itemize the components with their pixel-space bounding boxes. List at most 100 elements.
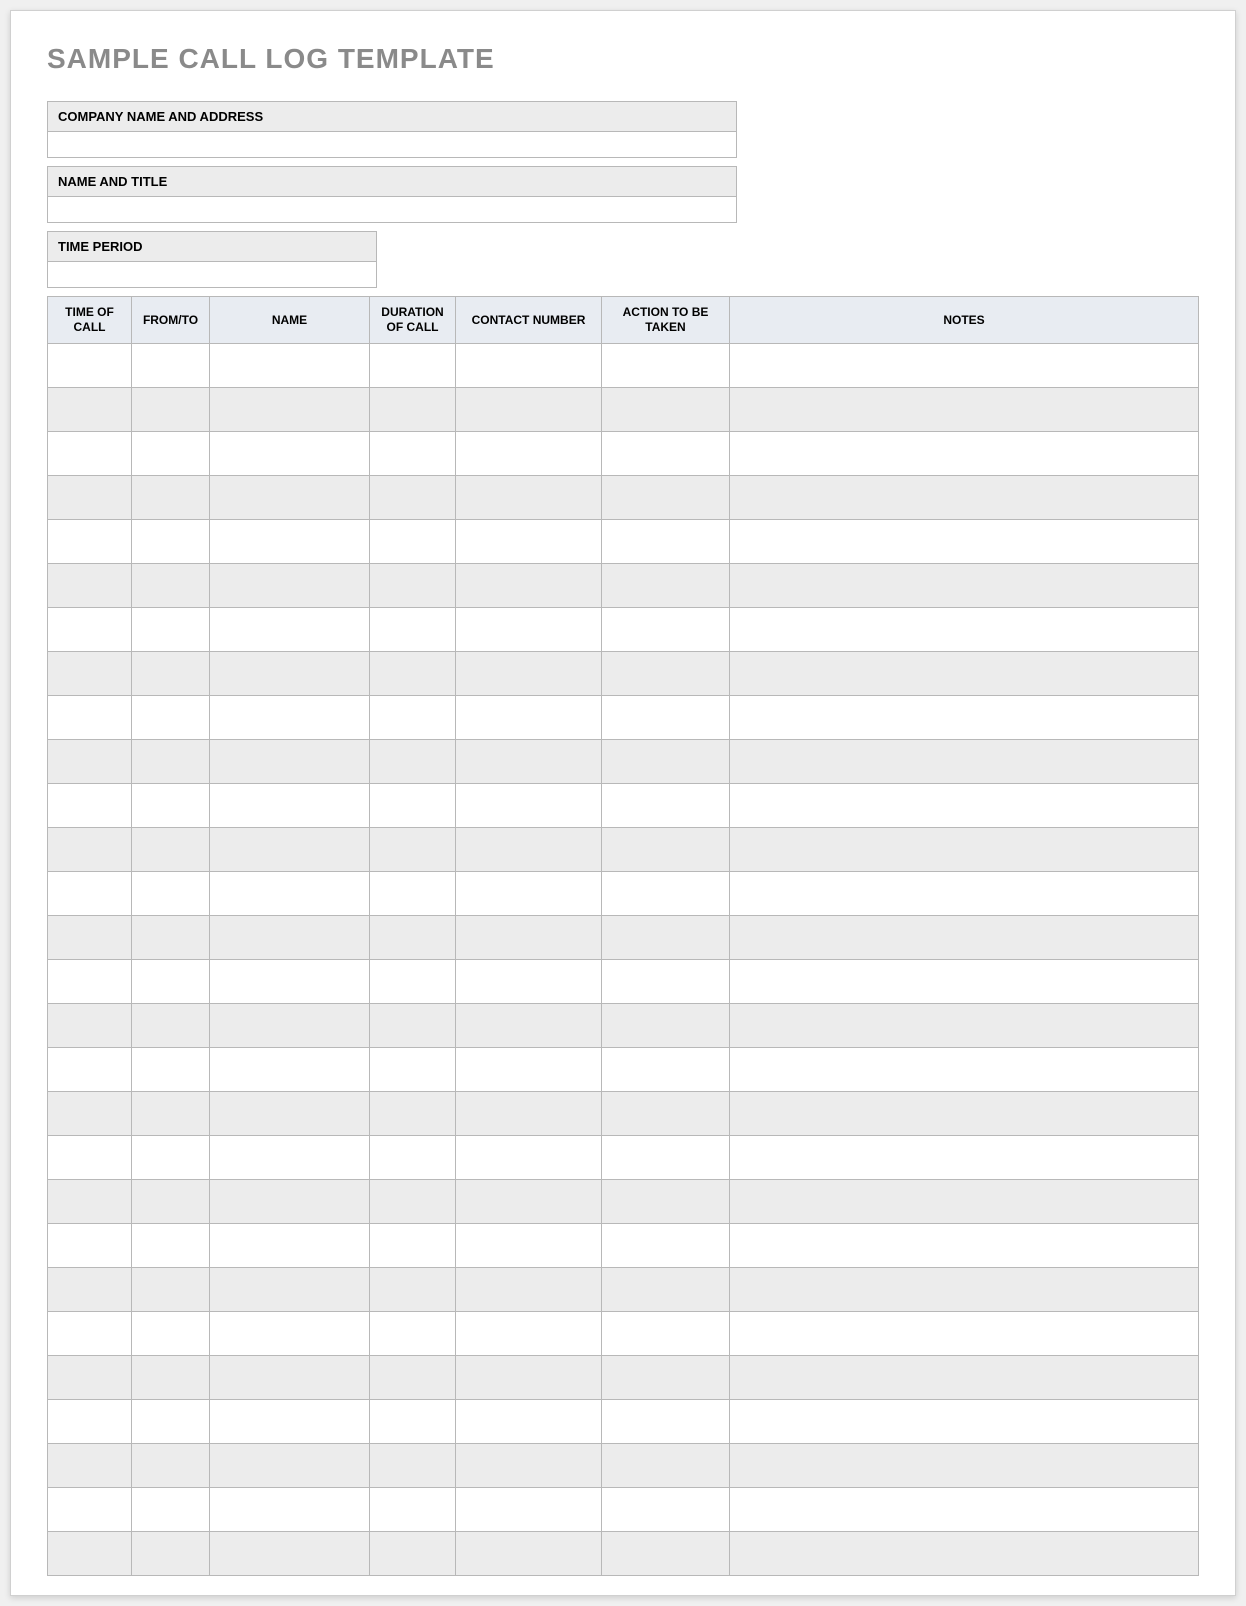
table-cell[interactable] [456, 608, 602, 652]
table-cell[interactable] [602, 476, 730, 520]
table-cell[interactable] [456, 1356, 602, 1400]
table-cell[interactable] [210, 564, 370, 608]
table-cell[interactable] [132, 696, 210, 740]
table-cell[interactable] [132, 432, 210, 476]
table-cell[interactable] [602, 872, 730, 916]
table-cell[interactable] [730, 1444, 1199, 1488]
table-cell[interactable] [48, 696, 132, 740]
table-cell[interactable] [730, 872, 1199, 916]
table-cell[interactable] [132, 388, 210, 432]
table-cell[interactable] [48, 1532, 132, 1576]
table-cell[interactable] [456, 1312, 602, 1356]
table-cell[interactable] [210, 476, 370, 520]
table-cell[interactable] [456, 872, 602, 916]
table-cell[interactable] [730, 344, 1199, 388]
table-cell[interactable] [48, 740, 132, 784]
table-cell[interactable] [48, 1224, 132, 1268]
table-cell[interactable] [456, 1004, 602, 1048]
table-cell[interactable] [456, 1532, 602, 1576]
table-cell[interactable] [730, 828, 1199, 872]
table-cell[interactable] [48, 1136, 132, 1180]
table-cell[interactable] [48, 1092, 132, 1136]
table-cell[interactable] [132, 1400, 210, 1444]
table-cell[interactable] [370, 740, 456, 784]
table-cell[interactable] [602, 388, 730, 432]
table-cell[interactable] [730, 1224, 1199, 1268]
company-input[interactable] [47, 132, 737, 158]
table-cell[interactable] [602, 740, 730, 784]
table-cell[interactable] [730, 1180, 1199, 1224]
table-cell[interactable] [456, 344, 602, 388]
table-cell[interactable] [210, 1180, 370, 1224]
table-cell[interactable] [210, 828, 370, 872]
table-cell[interactable] [210, 784, 370, 828]
table-cell[interactable] [370, 828, 456, 872]
table-cell[interactable] [602, 784, 730, 828]
table-cell[interactable] [132, 1356, 210, 1400]
table-cell[interactable] [210, 520, 370, 564]
table-cell[interactable] [132, 960, 210, 1004]
table-cell[interactable] [602, 432, 730, 476]
table-cell[interactable] [370, 1268, 456, 1312]
table-cell[interactable] [210, 1312, 370, 1356]
table-cell[interactable] [730, 916, 1199, 960]
table-cell[interactable] [210, 1224, 370, 1268]
table-cell[interactable] [370, 1224, 456, 1268]
table-cell[interactable] [48, 1444, 132, 1488]
table-cell[interactable] [132, 476, 210, 520]
table-cell[interactable] [370, 872, 456, 916]
time-period-input[interactable] [47, 262, 377, 288]
table-cell[interactable] [370, 916, 456, 960]
table-cell[interactable] [456, 1180, 602, 1224]
table-cell[interactable] [132, 1048, 210, 1092]
table-cell[interactable] [730, 1268, 1199, 1312]
table-cell[interactable] [48, 1268, 132, 1312]
table-cell[interactable] [210, 1488, 370, 1532]
table-cell[interactable] [210, 1400, 370, 1444]
table-cell[interactable] [602, 520, 730, 564]
table-cell[interactable] [370, 696, 456, 740]
table-cell[interactable] [602, 960, 730, 1004]
table-cell[interactable] [370, 1004, 456, 1048]
table-cell[interactable] [730, 520, 1199, 564]
table-cell[interactable] [456, 652, 602, 696]
table-cell[interactable] [730, 1400, 1199, 1444]
table-cell[interactable] [210, 740, 370, 784]
table-cell[interactable] [132, 784, 210, 828]
table-cell[interactable] [730, 388, 1199, 432]
table-cell[interactable] [132, 1224, 210, 1268]
table-cell[interactable] [210, 432, 370, 476]
table-cell[interactable] [210, 1092, 370, 1136]
table-cell[interactable] [132, 916, 210, 960]
table-cell[interactable] [132, 1488, 210, 1532]
table-cell[interactable] [210, 1048, 370, 1092]
table-cell[interactable] [730, 652, 1199, 696]
table-cell[interactable] [48, 1180, 132, 1224]
table-cell[interactable] [730, 1488, 1199, 1532]
table-cell[interactable] [48, 388, 132, 432]
table-cell[interactable] [210, 344, 370, 388]
table-cell[interactable] [602, 1136, 730, 1180]
table-cell[interactable] [456, 564, 602, 608]
table-cell[interactable] [132, 740, 210, 784]
table-cell[interactable] [730, 1356, 1199, 1400]
table-cell[interactable] [370, 344, 456, 388]
table-cell[interactable] [132, 1136, 210, 1180]
table-cell[interactable] [456, 520, 602, 564]
table-cell[interactable] [456, 740, 602, 784]
table-cell[interactable] [210, 652, 370, 696]
table-cell[interactable] [132, 1180, 210, 1224]
table-cell[interactable] [602, 344, 730, 388]
table-cell[interactable] [602, 696, 730, 740]
table-cell[interactable] [730, 1136, 1199, 1180]
table-cell[interactable] [132, 828, 210, 872]
table-cell[interactable] [730, 432, 1199, 476]
table-cell[interactable] [48, 784, 132, 828]
table-cell[interactable] [602, 608, 730, 652]
table-cell[interactable] [210, 1532, 370, 1576]
table-cell[interactable] [48, 608, 132, 652]
table-cell[interactable] [602, 1400, 730, 1444]
table-cell[interactable] [602, 1268, 730, 1312]
table-cell[interactable] [370, 432, 456, 476]
table-cell[interactable] [370, 1532, 456, 1576]
